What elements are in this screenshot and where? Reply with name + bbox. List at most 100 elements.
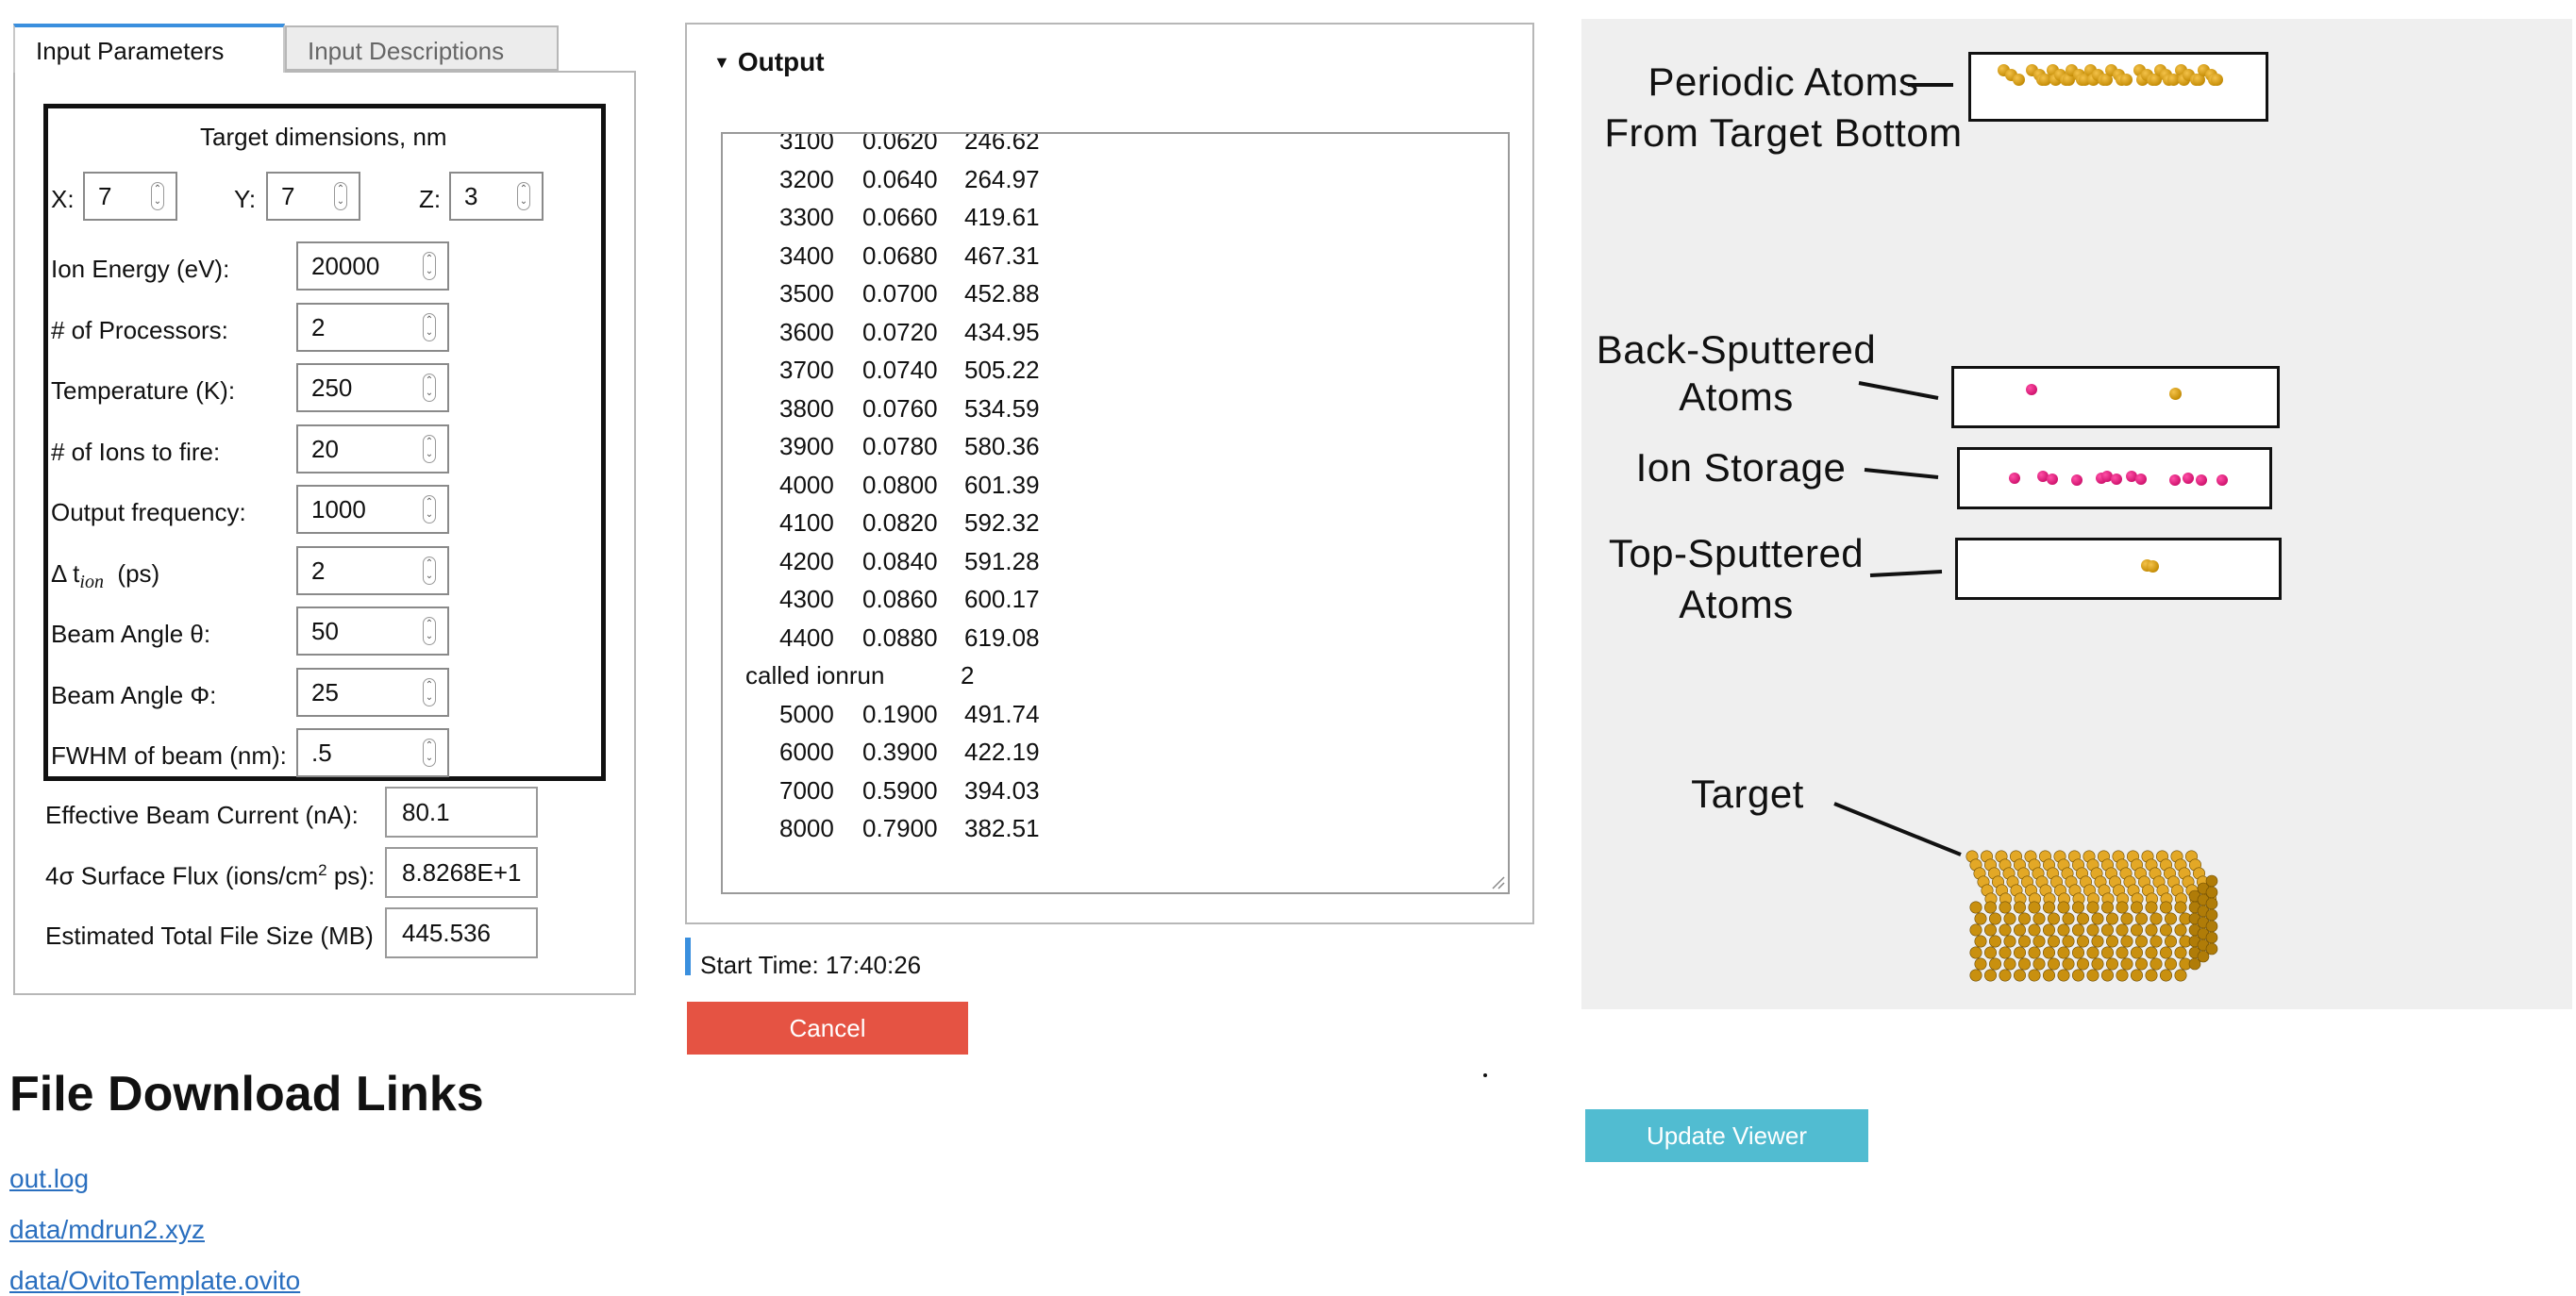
lattice-atom: [2048, 912, 2061, 925]
stepper-icon[interactable]: ⌃ ⌄: [423, 678, 436, 706]
log-cell: 0.0840: [862, 546, 938, 575]
atom: [2196, 474, 2207, 486]
lattice-atom: [2160, 923, 2173, 937]
target-pointer-line: [1833, 802, 1962, 856]
cancel-button[interactable]: Cancel: [687, 1002, 968, 1055]
stepper-icon[interactable]: ⌃ ⌄: [517, 182, 530, 210]
atom: [2120, 74, 2133, 86]
lattice-atom: [2149, 957, 2163, 971]
ions-to-fire-label: # of Ions to fire:: [51, 438, 221, 466]
lattice-atom: [2160, 969, 2173, 982]
stepper-icon[interactable]: ⌃ ⌄: [423, 617, 436, 645]
lattice-atom: [2116, 969, 2129, 982]
log-cell: 8000: [779, 814, 834, 842]
log-cell: 0.0660: [862, 203, 938, 231]
ion-energy-value: 20000: [311, 252, 380, 280]
stepper-icon[interactable]: ⌃ ⌄: [423, 739, 436, 767]
lattice-atom: [1988, 957, 2001, 971]
fwhm-beam-input[interactable]: .5 ⌃ ⌄: [296, 728, 449, 777]
lattice-atom: [2062, 957, 2075, 971]
lattice-atom: [2205, 874, 2218, 888]
log-cell: 0.1900: [862, 699, 938, 728]
stepper-icon[interactable]: ⌃ ⌄: [423, 313, 436, 341]
x-dimension-input[interactable]: 7 ⌃ ⌄: [83, 172, 177, 221]
lattice-atom: [2165, 935, 2178, 948]
file-size-label: Estimated Total File Size (MB): [45, 922, 374, 950]
beam-current-field[interactable]: 80.1: [385, 787, 538, 838]
beam-angle-phi-input[interactable]: 25 ⌃ ⌄: [296, 668, 449, 717]
lattice-atom: [1969, 901, 1982, 914]
beam-angle-theta-input[interactable]: 50 ⌃ ⌄: [296, 606, 449, 656]
output-log[interactable]: 3100 0.0620 246.62 3200 0.0640 264.97 3300 0.06…: [721, 132, 1510, 894]
log-cell: 7000: [779, 775, 834, 805]
download-link-ovito-template[interactable]: data/OvitoTemplate.ovito: [9, 1266, 300, 1296]
ions-to-fire-input[interactable]: 20 ⌃ ⌄: [296, 424, 449, 474]
lattice-atom: [2174, 901, 2187, 914]
log-cell: 0.3900: [862, 738, 938, 766]
log-cell: 0.0760: [862, 393, 938, 423]
log-cell: 467.31: [964, 241, 1040, 270]
log-cell: 422.19: [964, 738, 1040, 766]
log-cell: 591.28: [964, 546, 1040, 575]
lattice-atom: [1983, 923, 1997, 937]
lattice-atom: [2145, 901, 2158, 914]
log-cell: 264.97: [964, 164, 1040, 193]
tab-input-parameters[interactable]: Input Parameters: [13, 24, 285, 73]
atom: [2147, 560, 2159, 573]
resize-handle-icon[interactable]: [1489, 873, 1506, 890]
z-dimension-input[interactable]: 3 ⌃ ⌄: [449, 172, 544, 221]
surface-flux-field[interactable]: 8.8268E+1: [385, 847, 538, 898]
file-size-field[interactable]: 445.536: [385, 907, 538, 958]
lattice-atom: [2003, 912, 2016, 925]
processors-value: 2: [311, 313, 326, 341]
ion-energy-input[interactable]: 20000 ⌃ ⌄: [296, 241, 449, 291]
stepper-icon[interactable]: ⌃ ⌄: [423, 557, 436, 585]
log-cell: 3900: [779, 432, 834, 460]
atom: [2135, 474, 2147, 485]
lattice-atom: [1999, 901, 2012, 914]
log-cell: 0.0740: [862, 356, 938, 384]
target-lattice: [1965, 850, 2218, 982]
output-frequency-input[interactable]: 1000 ⌃ ⌄: [296, 485, 449, 534]
log-cell: 4000: [779, 470, 834, 499]
temperature-input[interactable]: 250 ⌃ ⌄: [296, 363, 449, 412]
log-cell: 3700: [779, 356, 834, 384]
update-viewer-button[interactable]: Update Viewer: [1585, 1109, 1868, 1162]
processors-input[interactable]: 2 ⌃ ⌄: [296, 303, 449, 352]
lattice-atom: [2086, 923, 2099, 937]
log-cell: 619.08: [964, 623, 1040, 652]
lattice-atom: [1974, 935, 1987, 948]
lattice-atom: [2131, 946, 2144, 959]
output-toggle[interactable]: ▼ Output: [713, 47, 825, 77]
y-dimension-input[interactable]: 7 ⌃ ⌄: [266, 172, 360, 221]
download-link-out-log[interactable]: out.log: [9, 1164, 89, 1194]
stepper-icon[interactable]: ⌃ ⌄: [423, 495, 436, 523]
beam-angle-theta-label: Beam Angle θ:: [51, 620, 211, 648]
lattice-atom: [1974, 912, 1987, 925]
stepper-icon[interactable]: ⌃ ⌄: [423, 435, 436, 463]
lattice-atom: [2032, 912, 2046, 925]
delta-t-ion-input[interactable]: 2 ⌃ ⌄: [296, 546, 449, 595]
back-pointer-line: [1858, 381, 1939, 400]
lattice-atom: [2032, 935, 2046, 948]
tab-input-descriptions[interactable]: Input Descriptions: [285, 25, 559, 71]
log-called-value: 2: [961, 661, 975, 690]
lattice-atom: [2032, 957, 2046, 971]
ion-storage-box: [1957, 447, 2272, 509]
lattice-atom: [2003, 957, 2016, 971]
downloads-heading: File Download Links: [9, 1067, 484, 1122]
download-link-mdrun2[interactable]: data/mdrun2.xyz: [9, 1215, 205, 1245]
lattice-atom: [2043, 969, 2056, 982]
log-cell: 3600: [779, 317, 834, 346]
temperature-label: Temperature (K):: [51, 376, 236, 405]
log-cell: 0.7900: [862, 814, 938, 842]
x-value: 7: [98, 182, 112, 210]
lattice-atom: [2091, 912, 2104, 925]
atom: [2071, 474, 2083, 486]
stepper-icon[interactable]: ⌃ ⌄: [334, 182, 347, 210]
lattice-atom: [2149, 935, 2163, 948]
stepper-icon[interactable]: ⌃ ⌄: [423, 252, 436, 280]
stepper-icon[interactable]: ⌃ ⌄: [423, 374, 436, 402]
log-cell: 0.0620: [862, 132, 938, 155]
stepper-icon[interactable]: ⌃ ⌄: [151, 182, 164, 210]
